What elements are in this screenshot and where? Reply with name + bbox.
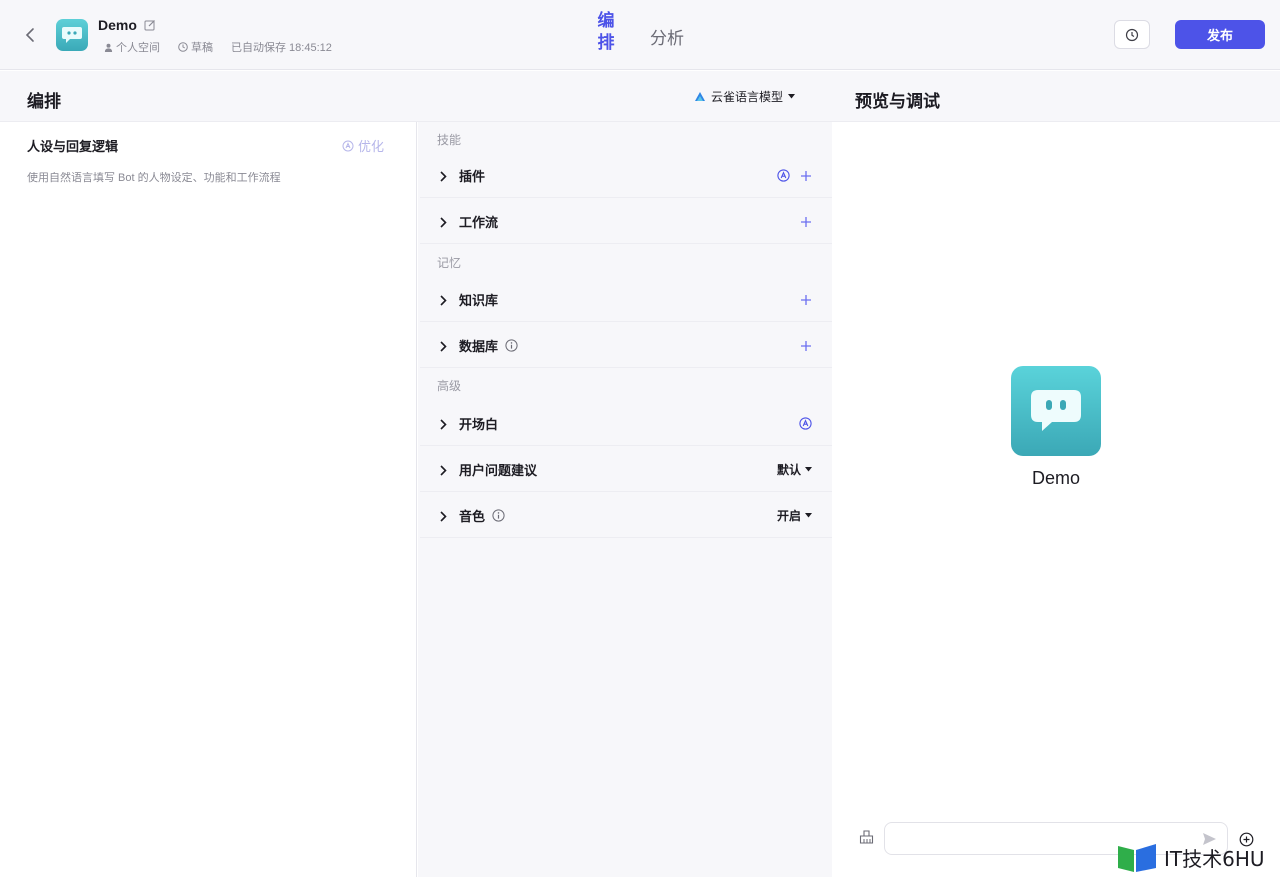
section-advanced: 高级 [437, 379, 462, 393]
knowledge-label: 知识库 [459, 293, 499, 308]
arrange-title: 编排 [27, 92, 61, 111]
bot-name-group: Demo [98, 17, 157, 33]
top-tabs: 编排 分析 [592, 10, 685, 54]
chevron-right-icon [440, 510, 447, 522]
plugins-label: 插件 [459, 169, 486, 184]
add-workflow-icon[interactable] [800, 216, 812, 228]
config-panel: 技能 插件 工作流 记忆 知识库 数据库 高级 开场白 用户问题建议 默认 音色… [418, 122, 832, 877]
voice-value: 开启 [776, 509, 801, 523]
prompt-panel: 人设与回复逻辑 优化 [0, 122, 417, 877]
voice-label-group: 音色 [459, 506, 505, 525]
preview-bot-avatar [1011, 366, 1101, 456]
chevron-left-icon [25, 28, 34, 42]
row-knowledge[interactable]: 知识库 [420, 278, 832, 322]
voice-select[interactable]: 开启 [777, 507, 812, 524]
sub-header: 编排 云雀语言模型 预览与调试 [0, 71, 1280, 122]
chat-bubble-icon [62, 27, 82, 43]
status-info: 草稿 [178, 39, 213, 55]
prompt-input[interactable] [27, 172, 397, 184]
history-button[interactable] [1114, 20, 1150, 49]
clock-icon [1125, 28, 1139, 41]
optimize-button[interactable]: 优化 [342, 136, 384, 155]
clear-history-icon[interactable] [858, 829, 874, 845]
watermark-logo-icon [1118, 844, 1156, 872]
caret-down-icon [805, 467, 812, 472]
chevron-right-icon [440, 340, 447, 352]
caret-down-icon [788, 94, 796, 99]
bot-name: Demo [98, 17, 137, 33]
add-plugin-icon[interactable] [800, 170, 812, 182]
space-label: 个人空间 [116, 42, 160, 54]
opening-label: 开场白 [459, 417, 499, 432]
watermark-text: IT技术6HU [1164, 846, 1265, 871]
tab-analysis[interactable]: 分析 [650, 24, 684, 49]
space-info: 个人空间 [104, 39, 160, 55]
auto-add-icon[interactable] [777, 169, 790, 182]
add-knowledge-icon[interactable] [800, 294, 812, 306]
chevron-right-icon [440, 294, 447, 306]
status-label: 草稿 [191, 42, 213, 54]
preview-panel: Demo [832, 122, 1280, 877]
section-skills: 技能 [437, 133, 462, 147]
suggestions-value: 默认 [776, 463, 801, 477]
suggestions-label: 用户问题建议 [459, 463, 538, 478]
model-icon [695, 92, 705, 101]
chevron-right-icon [440, 464, 447, 476]
section-memory: 记忆 [437, 256, 462, 270]
database-label: 数据库 [459, 339, 499, 354]
info-icon[interactable] [492, 509, 505, 522]
top-header: Demo 个人空间 草稿 已自动保存 18:45:12 编排 分析 发布 [0, 0, 1280, 70]
chevron-right-icon [440, 216, 447, 228]
publish-button[interactable]: 发布 [1175, 20, 1265, 49]
edit-icon[interactable] [143, 18, 157, 32]
preview-bot-name: Demo [1031, 468, 1080, 488]
optimize-icon [342, 140, 354, 151]
model-name: 云雀语言模型 [711, 90, 784, 104]
workflow-label: 工作流 [459, 215, 499, 230]
prompt-title: 人设与回复逻辑 [27, 139, 119, 154]
bot-meta: 个人空间 草稿 已自动保存 18:45:12 [104, 39, 350, 55]
database-label-group: 数据库 [459, 336, 518, 355]
bot-avatar[interactable] [56, 19, 88, 51]
auto-generate-icon[interactable] [799, 417, 812, 430]
caret-down-icon [805, 513, 812, 518]
row-voice[interactable]: 音色 开启 [420, 494, 832, 538]
suggestions-select[interactable]: 默认 [777, 461, 812, 478]
chevron-right-icon [440, 170, 447, 182]
row-workflow[interactable]: 工作流 [420, 200, 832, 244]
draft-icon [178, 42, 188, 52]
watermark: IT技术6HU [1118, 842, 1265, 872]
preview-title: 预览与调试 [855, 92, 940, 111]
optimize-label: 优化 [358, 139, 385, 154]
back-button[interactable] [18, 22, 42, 48]
autosave-info: 已自动保存 18:45:12 [231, 42, 332, 54]
row-plugins[interactable]: 插件 [420, 154, 832, 198]
tab-arrange[interactable]: 编排 [592, 10, 620, 54]
add-database-icon[interactable] [800, 340, 812, 352]
chat-bubble-icon [1031, 390, 1081, 431]
model-select[interactable]: 云雀语言模型 [694, 88, 796, 105]
info-icon[interactable] [505, 339, 518, 352]
row-database[interactable]: 数据库 [420, 324, 832, 368]
voice-label: 音色 [459, 509, 486, 524]
row-suggestions[interactable]: 用户问题建议 默认 [420, 448, 832, 492]
chevron-right-icon [440, 418, 447, 430]
row-opening[interactable]: 开场白 [420, 402, 832, 446]
user-icon [104, 43, 113, 52]
